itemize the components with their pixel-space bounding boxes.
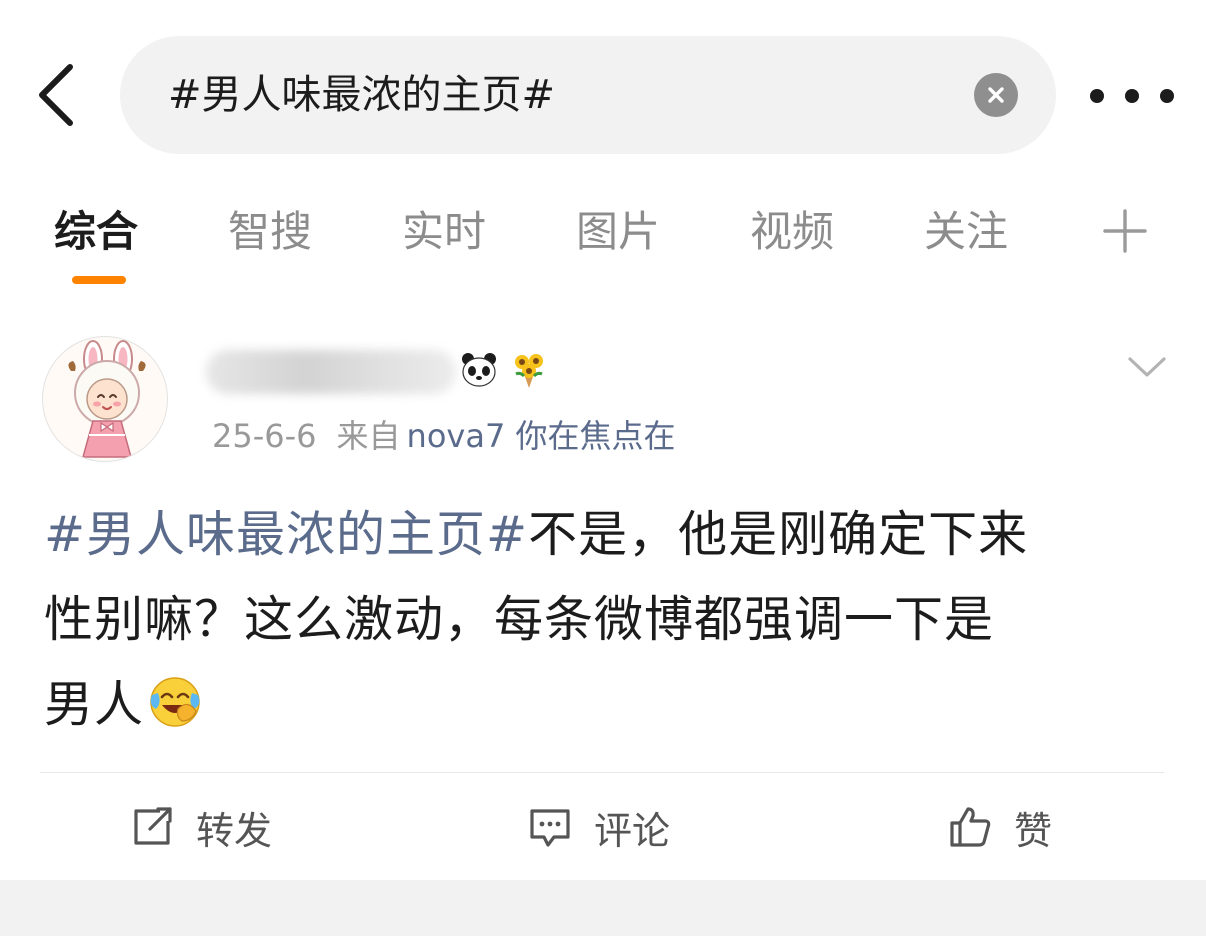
bouquet-icon [515,354,543,388]
hashtag-link[interactable]: #男人味最浓的主页# [44,506,528,563]
search-input[interactable]: #男人味最浓的主页# [120,36,1056,154]
more-options-button[interactable] [1090,72,1174,120]
active-tab-indicator [72,276,126,284]
tab-videos[interactable]: 视频 [750,190,834,274]
post-text-line2: 性别嘛？这么激动，每条微博都强调一下是 [44,591,995,648]
post-text: #男人味最浓的主页#不是，他是刚确定下来 性别嘛？这么激动，每条微博都强调一下是… [44,492,1164,747]
search-tabs: 综合 智搜 实时 图片 视频 关注 [0,190,1206,290]
repost-icon [134,807,172,845]
tab-comprehensive[interactable]: 综合 [54,190,138,274]
comment-label: 评论 [594,808,671,853]
avatar-bunny-girl-icon [68,340,146,458]
thumbs-up-icon [950,807,991,847]
avatar[interactable] [42,336,168,462]
back-button[interactable] [28,60,84,130]
repost-button[interactable]: 转发 [130,776,272,878]
tab-realtime[interactable]: 实时 [402,190,486,274]
comment-button[interactable]: 评论 [528,776,670,878]
chevron-down-icon[interactable] [1124,344,1170,390]
username-blurred[interactable] [206,350,456,394]
post-meta: 25-6-6 来自 nova7 你在焦点在 [212,410,676,462]
clear-search-button[interactable] [974,73,1018,117]
more-dot [1160,89,1174,103]
divider [40,772,1164,773]
post-text-line3: 男人 [44,676,145,733]
post-text-line1: 不是，他是刚确定下来 [528,506,1029,563]
like-button[interactable]: 赞 [948,776,1052,878]
tab-smart-search[interactable]: 智搜 [228,190,312,274]
post-actions: 转发 评论 赞 [0,776,1206,878]
search-query-text: #男人味最浓的主页# [168,72,556,118]
post-source-name[interactable]: nova7 你在焦点在 [407,417,676,455]
post-source-label: 来自 [336,417,401,455]
back-arrow-icon [39,64,73,126]
more-dot [1090,89,1104,103]
post-header: 25-6-6 来自 nova7 你在焦点在 [40,330,1170,470]
add-tab-icon[interactable] [1102,208,1148,254]
panda-icon [462,353,496,387]
laughing-crying-icon [150,677,200,727]
feed-separator [0,880,1206,936]
top-bar: #男人味最浓的主页# [0,0,1206,180]
close-icon [988,87,1004,103]
comment-icon [530,809,570,847]
tab-following[interactable]: 关注 [924,190,1008,274]
post-date: 25-6-6 [212,417,317,455]
like-label: 赞 [1014,808,1053,853]
more-dot [1125,89,1139,103]
repost-label: 转发 [196,808,273,853]
tab-images[interactable]: 图片 [576,190,660,274]
